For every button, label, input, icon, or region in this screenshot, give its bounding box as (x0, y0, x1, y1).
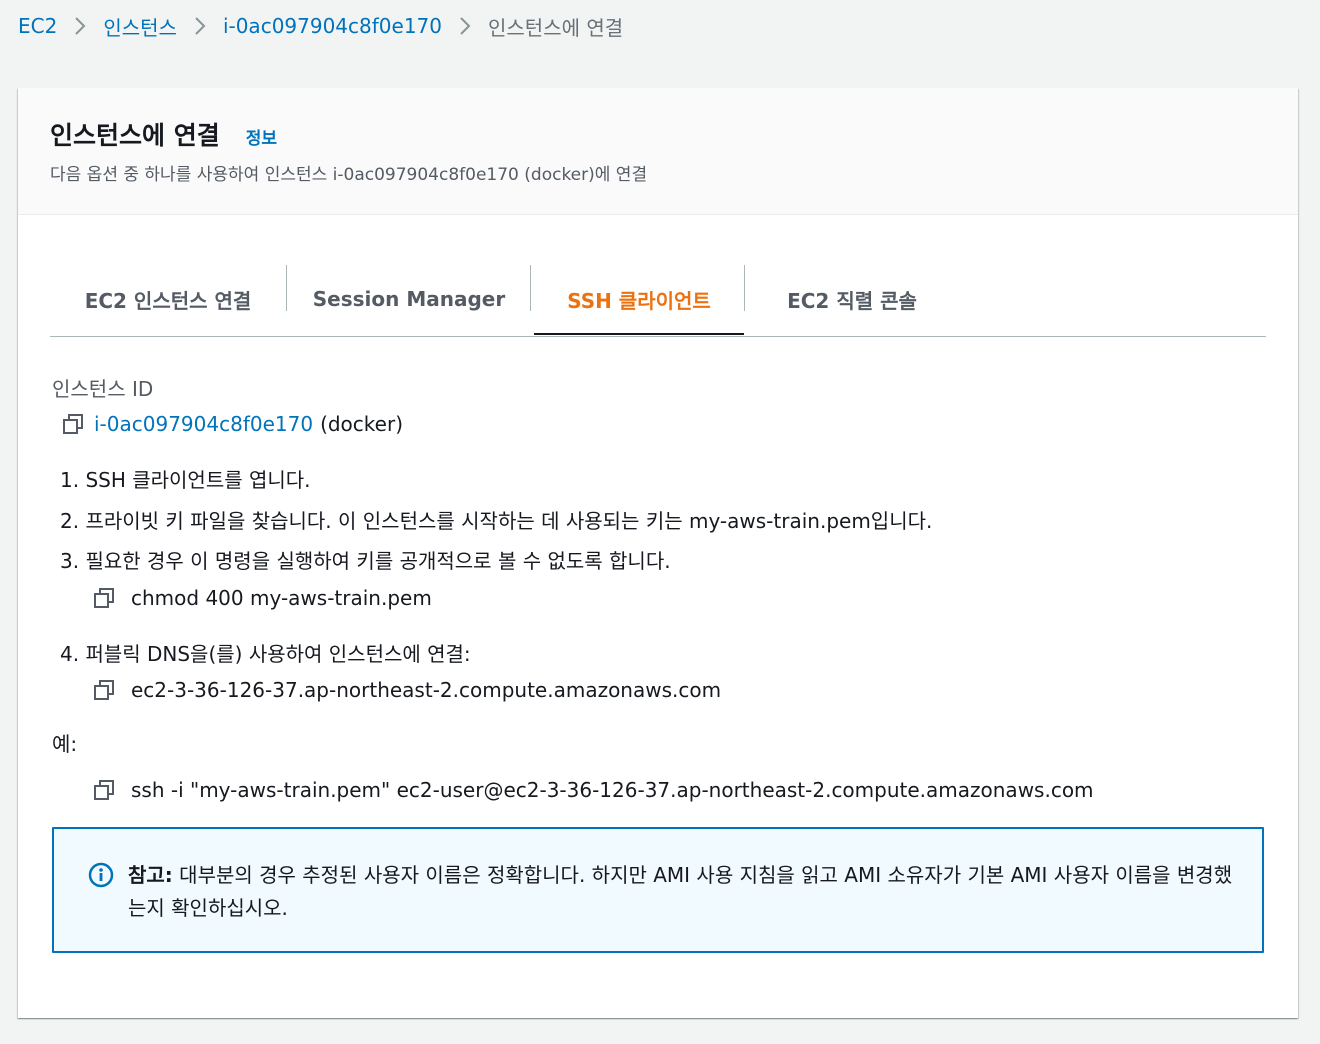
instance-id-link[interactable]: i-0ac097904c8f0e170 (94, 412, 313, 436)
copy-icon[interactable] (93, 779, 115, 801)
tab-divider (286, 265, 287, 311)
panel-title-row: 인스턴스에 연결 정보 (50, 116, 277, 152)
step-2: 2. 프라이빗 키 파일을 찾습니다. 이 인스턴스를 시작하는 데 사용되는 … (60, 509, 933, 533)
info-link[interactable]: 정보 (246, 124, 277, 149)
info-alert-text: 참고: 대부분의 경우 추정된 사용자 이름은 정확합니다. 하지만 AMI 사… (128, 859, 1238, 925)
connect-tabs: EC2 인스턴스 연결 Session Manager SSH 클라이언트 EC… (50, 263, 1266, 337)
breadcrumb-instance-id[interactable]: i-0ac097904c8f0e170 (223, 14, 442, 38)
panel-header: 인스턴스에 연결 정보 다음 옵션 중 하나를 사용하여 인스턴스 i-0ac0… (18, 88, 1298, 215)
copy-icon[interactable] (93, 679, 115, 701)
ssh-command-row: ssh -i "my-aws-train.pem" ec2-user@ec2-3… (93, 778, 1094, 802)
tab-ssh-client[interactable]: SSH 클라이언트 (534, 263, 744, 335)
breadcrumb: EC2 인스턴스 i-0ac097904c8f0e170 인스턴스에 연결 (18, 10, 623, 42)
tab-divider (530, 265, 531, 311)
step-4: 4. 퍼블릭 DNS을(를) 사용하여 인스턴스에 연결: (60, 642, 471, 666)
chevron-right-icon (442, 16, 488, 36)
note-text: 대부분의 경우 추정된 사용자 이름은 정확합니다. 하지만 AMI 사용 지침… (128, 863, 1233, 920)
instance-id-row: i-0ac097904c8f0e170 (docker) (62, 412, 403, 436)
page-title: 인스턴스에 연결 (50, 121, 220, 150)
public-dns: ec2-3-36-126-37.ap-northeast-2.compute.a… (131, 678, 722, 702)
tab-session-manager[interactable]: Session Manager (292, 263, 526, 335)
page-description: 다음 옵션 중 하나를 사용하여 인스턴스 i-0ac097904c8f0e17… (50, 165, 648, 185)
dns-row: ec2-3-36-126-37.ap-northeast-2.compute.a… (93, 678, 721, 702)
tab-ec2-instance-connect[interactable]: EC2 인스턴스 연결 (50, 263, 286, 335)
breadcrumb-instances[interactable]: 인스턴스 (103, 12, 177, 41)
chevron-right-icon (57, 16, 103, 36)
step-3: 3. 필요한 경우 이 명령을 실행하여 키를 공개적으로 볼 수 없도록 합니… (60, 549, 671, 573)
copy-icon[interactable] (62, 413, 84, 435)
info-alert: 참고: 대부분의 경우 추정된 사용자 이름은 정확합니다. 하지만 AMI 사… (52, 827, 1264, 953)
instance-id-label: 인스턴스 ID (52, 377, 154, 401)
copy-icon[interactable] (93, 587, 115, 609)
note-label: 참고: (128, 863, 173, 887)
breadcrumb-current: 인스턴스에 연결 (488, 15, 624, 40)
ssh-command: ssh -i "my-aws-train.pem" ec2-user@ec2-3… (131, 778, 1094, 802)
chmod-command: chmod 400 my-aws-train.pem (131, 586, 432, 610)
instance-name: (docker) (320, 412, 403, 436)
info-icon (88, 862, 114, 888)
tab-divider (744, 265, 745, 311)
connect-panel: 인스턴스에 연결 정보 다음 옵션 중 하나를 사용하여 인스턴스 i-0ac0… (18, 88, 1298, 1018)
example-label: 예: (52, 732, 78, 756)
chevron-right-icon (177, 16, 223, 36)
step-1: 1. SSH 클라이언트를 엽니다. (60, 468, 311, 492)
breadcrumb-ec2[interactable]: EC2 (18, 14, 57, 38)
tab-ec2-serial-console[interactable]: EC2 직렬 콘솔 (750, 263, 954, 335)
chmod-command-row: chmod 400 my-aws-train.pem (93, 586, 432, 610)
